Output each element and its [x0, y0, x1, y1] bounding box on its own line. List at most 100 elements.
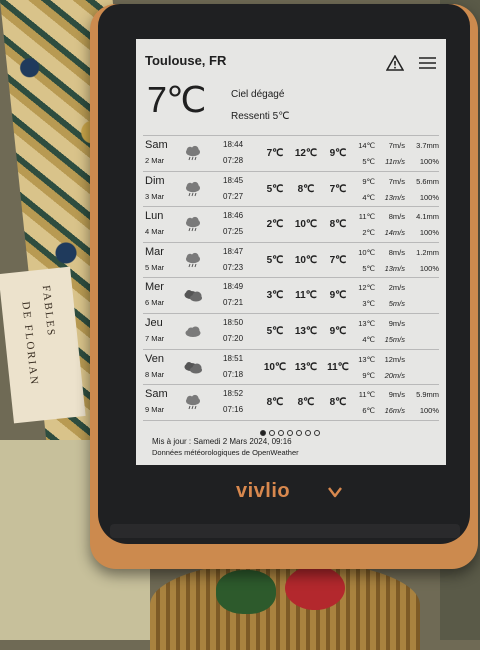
temp-morning: 3℃ — [266, 290, 284, 302]
wind-gust: 5m/s — [388, 299, 405, 309]
forecast-day: Sam — [145, 139, 168, 151]
precipitation: 3.7mm — [416, 141, 439, 150]
book-title-line1: FABLES — [39, 284, 58, 338]
temp-day: 10℃ — [294, 254, 318, 266]
temp-min: 9℃ — [362, 370, 375, 380]
sunset-time: 18:44 — [223, 140, 244, 149]
precip-probability: 100% — [419, 228, 439, 238]
temp-morning: 5℃ — [266, 183, 284, 195]
sunset-time: 18:52 — [223, 389, 244, 399]
temp-max: 11℃ — [358, 390, 375, 400]
forecast-day: Ven — [145, 352, 164, 365]
forecast-day: Dim — [145, 174, 165, 187]
warning-icon[interactable] — [386, 55, 404, 71]
feels-like: Ressenti 5℃ — [231, 111, 290, 122]
temp-morning: 8℃ — [266, 397, 284, 409]
sunrise-time: 07:21 — [223, 298, 244, 308]
pagination-dots[interactable] — [260, 423, 323, 436]
forecast-row: Mer 6 Mar 18:49 07:21 3℃ 11℃ 9℃ 12℃ 3℃ 2m/s 5m/s — [143, 277, 439, 313]
wind-gust: 14m/s — [384, 228, 405, 238]
temp-evening: 9℃ — [329, 148, 347, 159]
temp-day: 13℃ — [294, 361, 318, 373]
wind-speed: 12m/s — [384, 354, 405, 364]
temp-min: 5℃ — [362, 263, 375, 273]
brand-logo-text: vivlio — [236, 480, 291, 502]
forecast-date: 6 Mar — [145, 298, 165, 308]
temp-evening: 9℃ — [329, 290, 347, 302]
last-updated: Mis à jour : Samedi 2 Mars 2024, 09:16 — [152, 437, 292, 446]
rain-cloud-icon — [183, 145, 203, 161]
temp-evening: 11℃ — [327, 361, 349, 373]
sunrise-time: 07:28 — [223, 156, 244, 165]
forecast-row: Ven 8 Mar 18:51 07:18 10℃ 13℃ 11℃ 13℃ 9℃ 12m/s 20m… — [143, 348, 439, 385]
current-condition: Ciel dégagé — [231, 89, 285, 100]
page-dot[interactable] — [278, 430, 284, 436]
rain-cloud-icon — [183, 181, 203, 197]
wind-speed: 8m/s — [388, 212, 405, 222]
weather-screen: Toulouse, FR 7℃ Ciel dégagé Ressenti 5℃ … — [136, 39, 446, 465]
brand-check-icon — [328, 487, 342, 498]
temp-max: 13℃ — [358, 318, 375, 328]
wind-gust: 13m/s — [384, 263, 405, 273]
wind-gust: 16m/s — [384, 406, 405, 416]
clouds-icon — [183, 287, 203, 303]
menu-icon[interactable] — [419, 57, 436, 69]
rain-cloud-icon — [183, 252, 203, 268]
precipitation: 1.2mm — [416, 247, 439, 257]
temp-morning: 2℃ — [266, 219, 284, 231]
precipitation: 5.9mm — [416, 390, 439, 400]
sunrise-time: 07:25 — [223, 227, 244, 237]
background-vegetable — [216, 570, 276, 614]
page-dot[interactable] — [260, 430, 266, 436]
sunset-time: 18:45 — [223, 175, 244, 185]
page-turn-bar[interactable] — [110, 524, 460, 538]
forecast-day: Jeu — [145, 316, 163, 329]
temp-day: 10℃ — [294, 219, 318, 231]
sunrise-time: 07:23 — [223, 262, 244, 272]
forecast-day: Lun — [145, 210, 164, 223]
forecast-date: 2 Mar — [145, 156, 165, 165]
temp-morning: 7℃ — [266, 148, 284, 159]
ereader-device: Toulouse, FR 7℃ Ciel dégagé Ressenti 5℃ … — [90, 4, 478, 569]
forecast-row: Lun 4 Mar 18:46 07:25 2℃ 10℃ 8℃ 11℃ 2℃ 8m/s 14m/s 4… — [143, 206, 439, 242]
temp-max: 9℃ — [362, 176, 375, 186]
wind-gust: 11m/s — [385, 157, 405, 166]
page-dot[interactable] — [287, 430, 293, 436]
wind-speed: 7m/s — [388, 176, 405, 186]
forecast-date: 9 Mar — [145, 405, 165, 415]
precip-probability: 100% — [419, 406, 439, 416]
cloud-icon — [183, 323, 203, 339]
temp-max: 14℃ — [358, 141, 375, 150]
temp-min: 5℃ — [362, 157, 375, 166]
temp-max: 10℃ — [358, 247, 375, 257]
temp-min: 4℃ — [362, 334, 375, 344]
temp-day: 8℃ — [297, 183, 315, 195]
forecast-day: Mer — [145, 281, 164, 294]
sunset-time: 18:47 — [223, 246, 244, 256]
clouds-icon — [183, 359, 203, 375]
temp-min: 6℃ — [362, 406, 375, 416]
page-dot[interactable] — [296, 430, 302, 436]
page-dot[interactable] — [314, 430, 320, 436]
precip-probability: 100% — [419, 157, 439, 166]
sunrise-time: 07:20 — [223, 333, 244, 343]
page-dot[interactable] — [305, 430, 311, 436]
sunset-time: 18:46 — [223, 211, 244, 221]
temp-max: 12℃ — [358, 283, 375, 293]
temp-min: 3℃ — [362, 299, 375, 309]
wind-speed: 9m/s — [388, 318, 405, 328]
temp-day: 11℃ — [295, 290, 317, 302]
forecast-row: Dim 3 Mar 18:45 07:27 5℃ 8℃ 7℃ 9℃ 4℃ 7m/s 13m/s 5.6… — [143, 170, 439, 207]
forecast-row: Sam 9 Mar 18:52 07:16 8℃ 8℃ 8℃ 11℃ 6℃ 9m/s 16m/s 5.… — [143, 384, 439, 421]
forecast-row: Jeu 7 Mar 18:50 07:20 5℃ 13℃ 9℃ 13℃ 4℃ 9m/s 15m/s — [143, 312, 439, 349]
forecast-date: 4 Mar — [145, 227, 165, 237]
temp-max: 11℃ — [358, 212, 375, 222]
sunset-time: 18:51 — [223, 353, 244, 363]
temp-morning: 10℃ — [263, 361, 287, 373]
location-title: Toulouse, FR — [145, 53, 227, 68]
wind-speed: 9m/s — [388, 390, 405, 400]
temp-day: 12℃ — [294, 148, 318, 159]
page-dot[interactable] — [269, 430, 275, 436]
wind-gust: 15m/s — [384, 334, 405, 344]
temp-evening: 7℃ — [329, 183, 347, 195]
